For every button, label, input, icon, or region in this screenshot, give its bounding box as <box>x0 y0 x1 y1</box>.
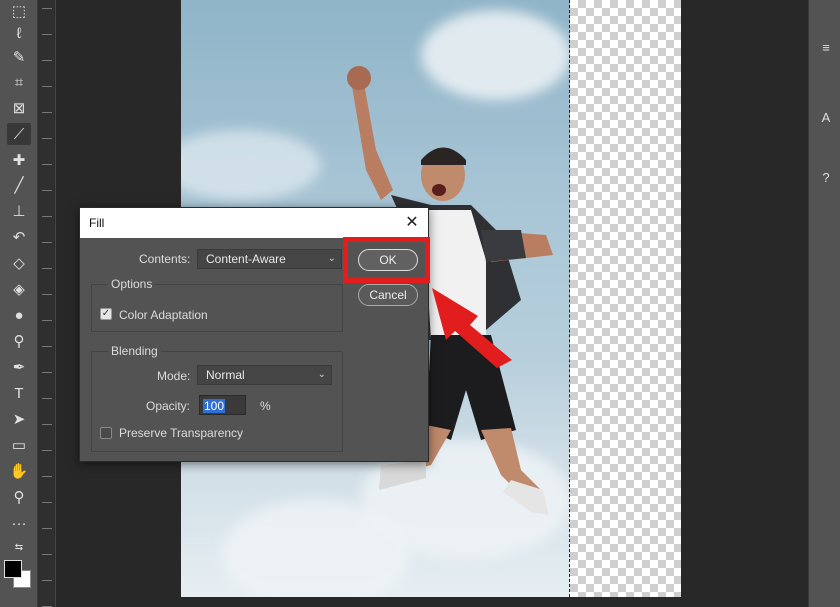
transparent-area <box>570 0 681 597</box>
lasso-icon[interactable]: ℓ <box>7 22 31 44</box>
ruler-tick <box>42 320 52 321</box>
opacity-value: 100 <box>203 399 226 413</box>
ruler-tick <box>42 528 52 529</box>
ruler-tick <box>42 554 52 555</box>
pen-icon[interactable]: ✒ <box>7 356 31 378</box>
eyedropper-icon[interactable]: ⟋ <box>7 123 31 145</box>
mode-label: Mode: <box>157 369 191 383</box>
quick-select-icon[interactable]: ✎ <box>7 46 31 68</box>
crop-icon[interactable]: ⌗ <box>7 71 31 93</box>
right-panel-strip: ≡ A ? <box>808 0 840 607</box>
contents-select[interactable]: Content-Aware ⌄ <box>197 249 342 269</box>
ruler-tick <box>42 398 52 399</box>
panel-expand-icon[interactable]: ≡ <box>817 40 835 58</box>
panel-text-icon[interactable]: A <box>817 110 835 128</box>
ruler-tick <box>42 242 52 243</box>
ruler-tick <box>42 34 52 35</box>
contents-label: Contents: <box>139 252 191 266</box>
ruler-tick <box>42 60 52 61</box>
ruler-tick <box>42 502 52 503</box>
eraser-icon[interactable]: ◇ <box>7 252 31 274</box>
mode-select[interactable]: Normal ⌄ <box>197 365 332 385</box>
vertical-ruler <box>38 0 56 607</box>
ruler-tick <box>42 112 52 113</box>
color-adaptation-checkbox[interactable]: ✓ <box>100 308 112 320</box>
ruler-tick <box>42 138 52 139</box>
swap-colors-icon[interactable]: ⇆ <box>7 536 31 558</box>
preserve-transparency-label: Preserve Transparency <box>119 426 244 440</box>
preserve-transparency-checkbox[interactable] <box>100 427 112 439</box>
ruler-tick <box>42 8 52 9</box>
clone-stamp-icon[interactable]: ⊥ <box>7 200 31 222</box>
zoom-icon[interactable]: ⚲ <box>7 486 31 508</box>
foreground-color-swatch[interactable] <box>4 560 22 578</box>
ruler-tick <box>42 372 52 373</box>
ruler-tick <box>42 268 52 269</box>
ruler-tick <box>42 190 52 191</box>
brush-icon[interactable]: ╱ <box>7 174 31 196</box>
photoshop-window: ⬚ ℓ ✎ ⌗ ⊠ ⟋ ✚ ╱ ⊥ ↶ ◇ ◈ ● ⚲ ✒ T ➤ ▭ ✋ ⚲ … <box>0 0 840 607</box>
ruler-tick <box>42 164 52 165</box>
opacity-unit: % <box>260 399 271 413</box>
dodge-icon[interactable]: ⚲ <box>7 330 31 352</box>
ruler-tick <box>42 450 52 451</box>
history-brush-icon[interactable]: ↶ <box>7 226 31 248</box>
opacity-label: Opacity: <box>146 399 191 413</box>
ruler-tick <box>42 476 52 477</box>
ruler-tick <box>42 580 52 581</box>
tools-panel: ⬚ ℓ ✎ ⌗ ⊠ ⟋ ✚ ╱ ⊥ ↶ ◇ ◈ ● ⚲ ✒ T ➤ ▭ ✋ ⚲ … <box>0 0 38 607</box>
type-icon[interactable]: T <box>7 382 31 404</box>
dialog-title: Fill <box>89 216 105 230</box>
contents-value: Content-Aware <box>206 252 286 266</box>
ruler-tick <box>42 294 52 295</box>
healing-brush-icon[interactable]: ✚ <box>7 149 31 171</box>
close-icon[interactable]: ✕ <box>404 208 420 238</box>
hand-icon[interactable]: ✋ <box>7 460 31 482</box>
ruler-tick <box>42 424 52 425</box>
blur-icon[interactable]: ● <box>7 304 31 326</box>
chevron-down-icon: ⌄ <box>327 253 336 264</box>
chevron-down-icon: ⌄ <box>317 369 326 380</box>
dialog-title-bar: Fill ✕ <box>80 208 428 238</box>
options-title: Options <box>108 277 156 291</box>
blending-title: Blending <box>108 344 161 358</box>
more-icon[interactable]: ··· <box>7 512 31 534</box>
path-select-icon[interactable]: ➤ <box>7 408 31 430</box>
marquee-icon[interactable]: ⬚ <box>7 0 31 22</box>
mode-value: Normal <box>206 368 245 382</box>
selection-marquee <box>569 0 570 597</box>
cancel-button[interactable]: Cancel <box>358 284 418 306</box>
ruler-tick <box>42 86 52 87</box>
paint-bucket-icon[interactable]: ◈ <box>7 278 31 300</box>
color-adaptation-label: Color Adaptation <box>119 308 208 322</box>
panel-glyph-icon[interactable]: ? <box>817 170 835 188</box>
ruler-tick <box>42 216 52 217</box>
ruler-tick <box>42 346 52 347</box>
frame-icon[interactable]: ⊠ <box>7 97 31 119</box>
ok-highlight-box <box>343 237 430 283</box>
shape-icon[interactable]: ▭ <box>7 434 31 456</box>
opacity-input[interactable]: 100 <box>199 395 246 415</box>
